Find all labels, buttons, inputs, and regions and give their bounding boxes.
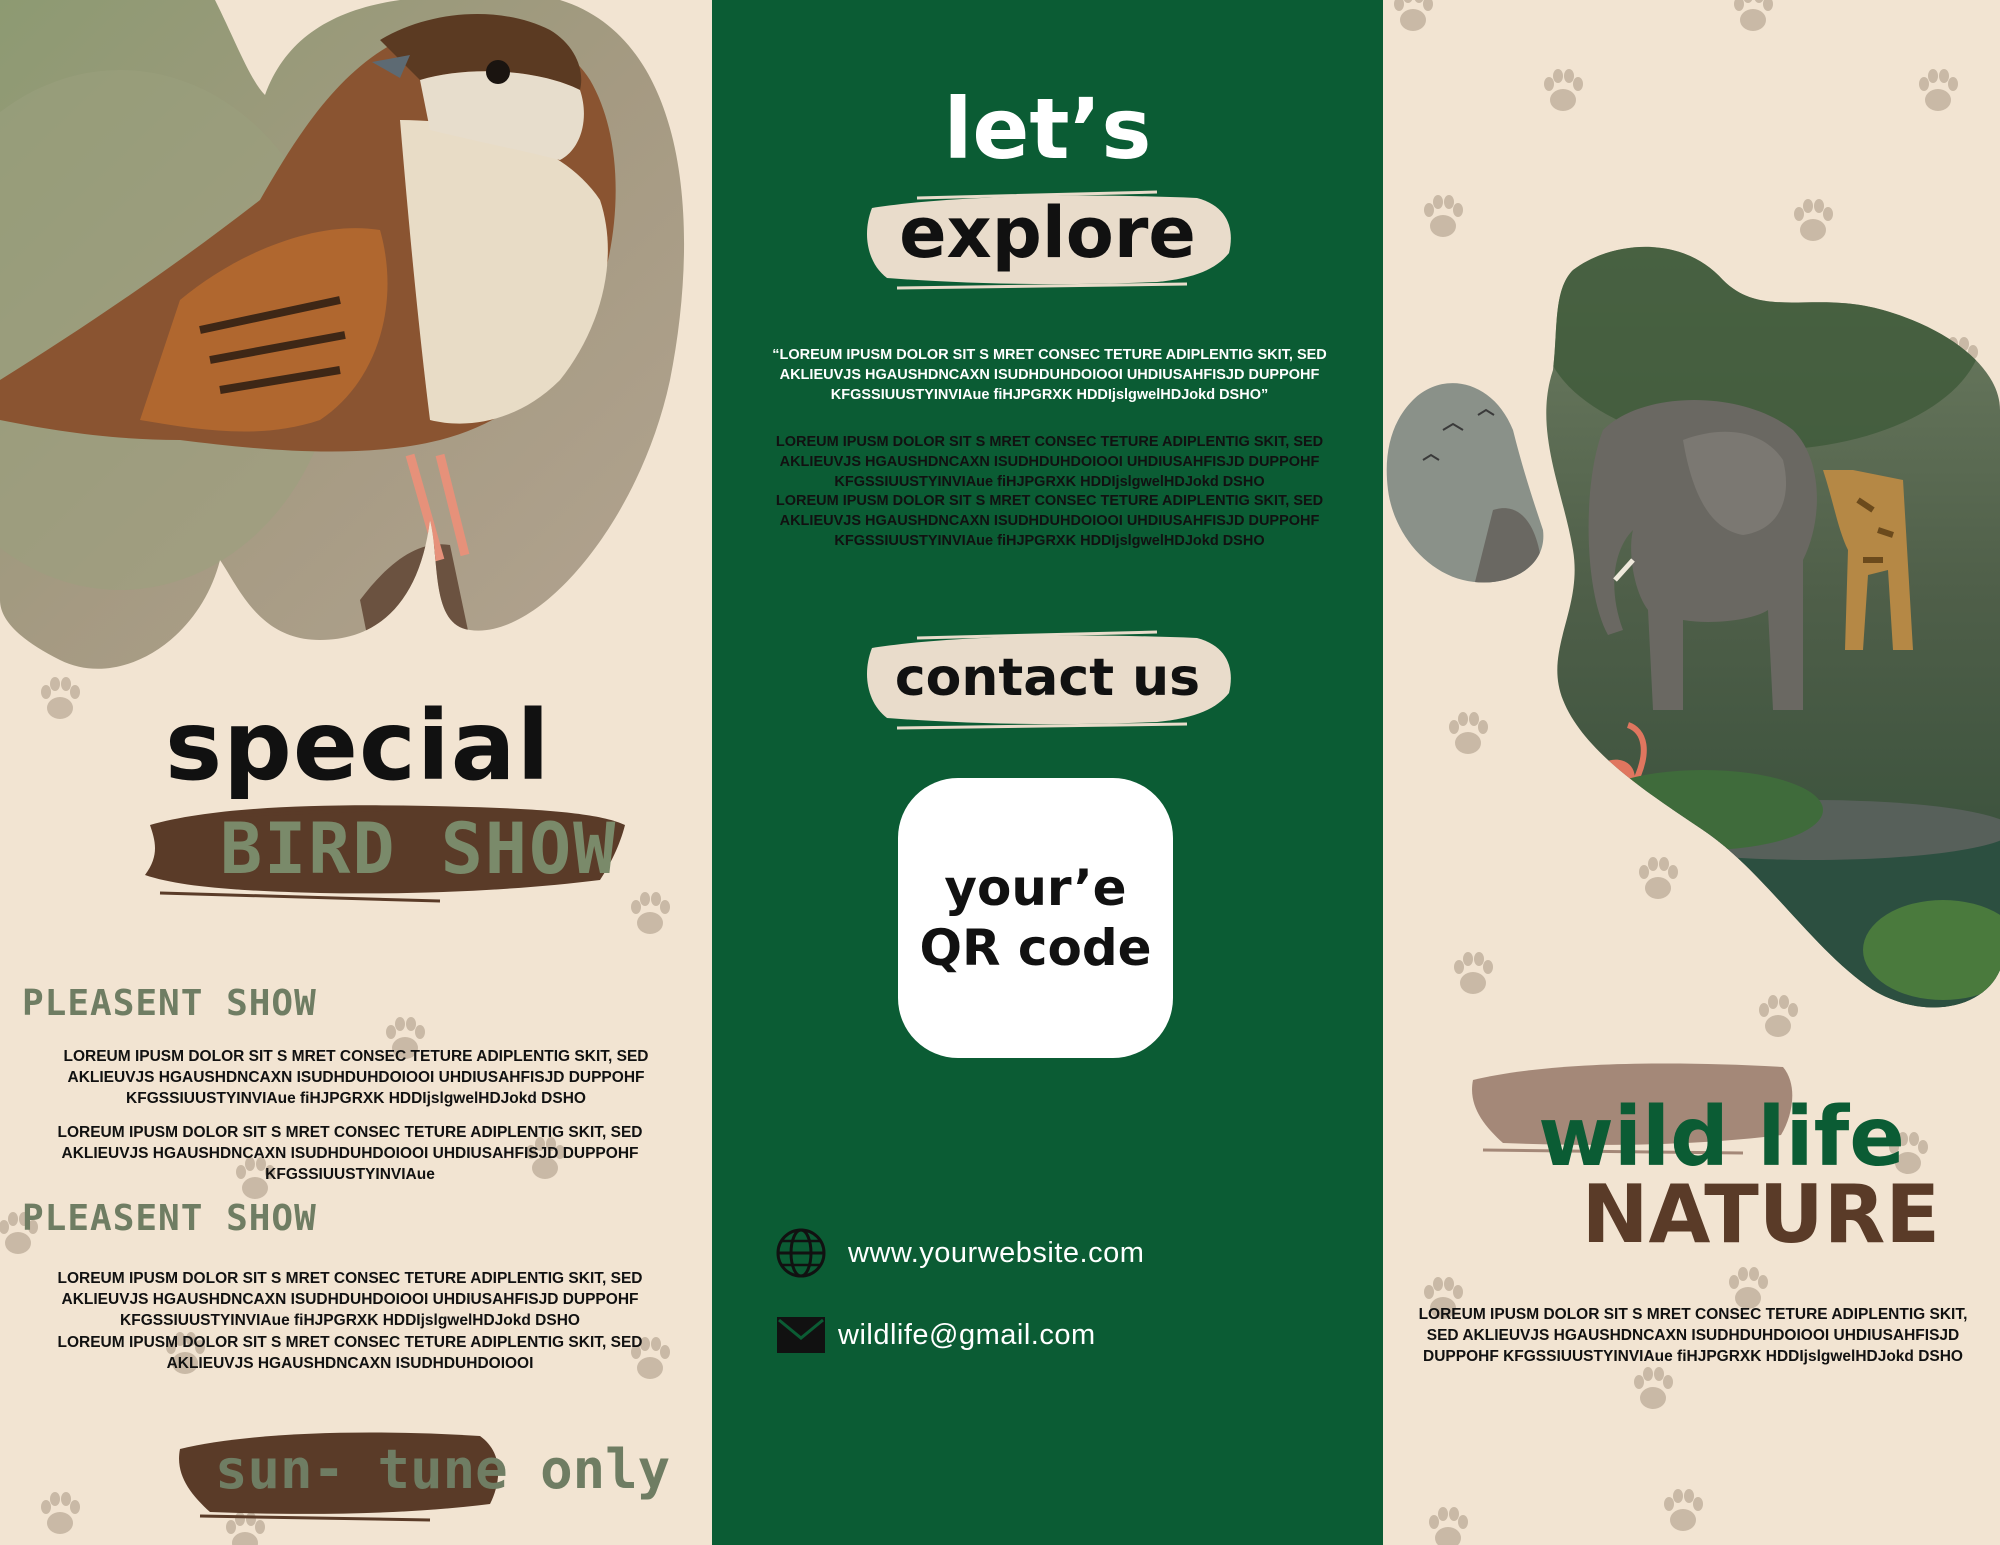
paw-print-icon bbox=[1394, 0, 1433, 31]
right-panel: wild life NATURE LOREUM IPUSM DOLOR SIT … bbox=[1383, 0, 2000, 1545]
middle-panel: let’s explore “LOREUM IPUSM DOLOR SIT S … bbox=[712, 0, 1383, 1545]
paw-print-icon bbox=[1734, 0, 1773, 31]
contact-heading: contact us bbox=[894, 648, 1201, 708]
qr-code-placeholder[interactable]: your’e QR code bbox=[898, 778, 1173, 1058]
section-heading: PLEASENT SHOW bbox=[22, 1198, 317, 1239]
intro-paragraph: LOREUM IPUSM DOLOR SIT S MRET CONSEC TET… bbox=[775, 434, 1324, 490]
section-paragraph: LOREUM IPUSM DOLOR SIT S MRET CONSEC TET… bbox=[57, 1334, 643, 1372]
email-row[interactable]: wildlife@gmail.com bbox=[776, 1316, 1096, 1354]
website-row[interactable]: www.yourwebsite.com bbox=[774, 1226, 1144, 1280]
intro-paragraph: LOREUM IPUSM DOLOR SIT S MRET CONSEC TET… bbox=[775, 493, 1324, 549]
envelope-icon bbox=[777, 1317, 825, 1353]
left-panel: special BIRD SHOW PLEASENT SHOW LOREUM I… bbox=[0, 0, 712, 1545]
nature-title: NATURE bbox=[1581, 1168, 1940, 1261]
qr-label-line2: QR code bbox=[919, 919, 1152, 977]
paw-print-icon bbox=[1634, 1367, 1673, 1409]
website-link[interactable]: www.yourwebsite.com bbox=[848, 1237, 1144, 1270]
sun-tune-tag: sun- tune only bbox=[215, 1438, 671, 1501]
explore-title: explore bbox=[899, 192, 1196, 274]
paw-print-icon bbox=[1729, 1267, 1768, 1309]
paw-print-icon bbox=[1429, 1507, 1468, 1545]
special-title: special bbox=[165, 690, 551, 802]
globe-icon bbox=[776, 1228, 826, 1278]
bird-show-title: BIRD SHOW bbox=[220, 808, 618, 890]
section-paragraph: LOREUM IPUSM DOLOR SIT S MRET CONSEC TET… bbox=[57, 1124, 643, 1183]
paw-print-icon bbox=[1919, 69, 1958, 111]
lets-title: let’s bbox=[943, 80, 1152, 178]
intro-quote: “LOREUM IPUSM DOLOR SIT S MRET CONSEC TE… bbox=[772, 347, 1327, 403]
paw-print-icon bbox=[41, 677, 80, 719]
right-paragraph: LOREUM IPUSM DOLOR SIT S MRET CONSEC TET… bbox=[1418, 1306, 1968, 1365]
paw-print-icon bbox=[41, 1492, 80, 1534]
paw-print-icon bbox=[1664, 1489, 1703, 1531]
bird-photo bbox=[0, 0, 685, 669]
paw-print-icon bbox=[631, 892, 670, 934]
section-heading: PLEASENT SHOW bbox=[22, 983, 317, 1024]
wildlife-photo bbox=[1386, 246, 2000, 1008]
qr-label-line1: your’e bbox=[944, 859, 1127, 917]
section-paragraph: LOREUM IPUSM DOLOR SIT S MRET CONSEC TET… bbox=[57, 1270, 643, 1329]
section-paragraph: LOREUM IPUSM DOLOR SIT S MRET CONSEC TET… bbox=[63, 1048, 649, 1107]
email-link[interactable]: wildlife@gmail.com bbox=[838, 1319, 1096, 1352]
paw-print-icon bbox=[1544, 69, 1583, 111]
